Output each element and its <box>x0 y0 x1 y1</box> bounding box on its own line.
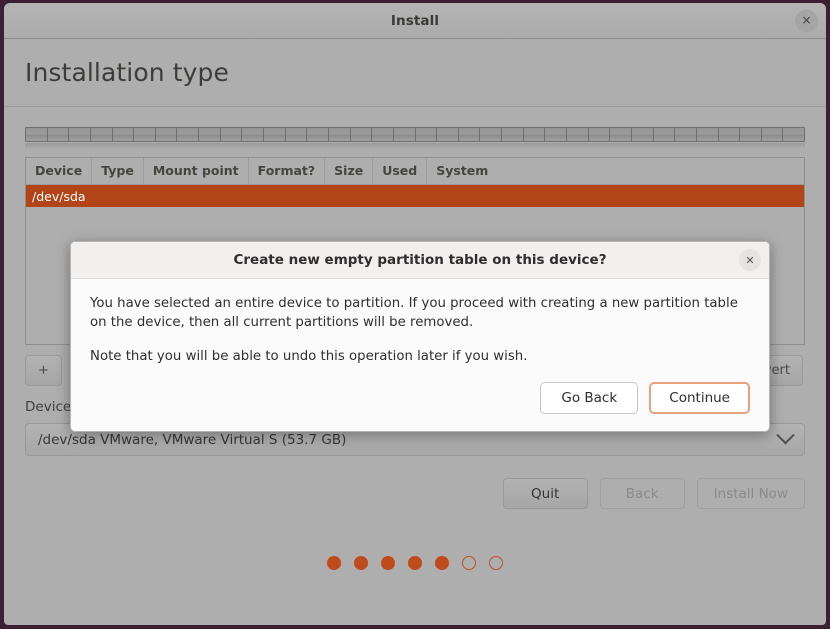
progress-dot <box>462 556 476 570</box>
disk-segment <box>502 128 524 141</box>
column-header-format[interactable]: Format? <box>249 158 326 184</box>
disk-segment <box>394 128 416 141</box>
disk-segment <box>69 128 91 141</box>
disk-segment <box>48 128 70 141</box>
disk-usage-bar <box>25 127 805 149</box>
partition-table-header: Device Type Mount point Format? Size Use… <box>26 158 804 185</box>
chevron-down-icon <box>776 426 795 445</box>
column-header-mount-point[interactable]: Mount point <box>144 158 249 184</box>
install-now-button: Install Now <box>696 478 805 509</box>
continue-button[interactable]: Continue <box>649 381 750 414</box>
disk-usage-reflection <box>25 143 805 149</box>
disk-segment <box>307 128 329 141</box>
disk-segment <box>286 128 308 141</box>
dialog-paragraph-2: Note that you will be able to undo this … <box>90 348 528 364</box>
close-icon[interactable]: ✕ <box>739 249 761 271</box>
bootloader-selected-value: /dev/sda VMware, VMware Virtual S (53.7 … <box>38 431 347 448</box>
disk-segment <box>524 128 546 141</box>
disk-segment <box>221 128 243 141</box>
page-heading-band: Installation type <box>4 39 826 107</box>
disk-segment <box>416 128 438 141</box>
disk-segment <box>545 128 568 141</box>
quit-button[interactable]: Quit <box>502 478 588 509</box>
dialog-paragraph-1: You have selected an entire device to pa… <box>90 296 738 330</box>
disk-segment <box>783 128 804 141</box>
disk-segment <box>199 128 221 141</box>
progress-dot <box>354 556 368 570</box>
disk-segment <box>351 128 373 141</box>
disk-segment <box>675 128 697 141</box>
disk-segment <box>437 128 459 141</box>
column-header-size[interactable]: Size <box>325 158 374 184</box>
disk-segment <box>589 128 611 141</box>
progress-dot <box>381 556 395 570</box>
table-row[interactable]: /dev/sda <box>26 185 804 207</box>
disk-segment <box>329 128 351 141</box>
progress-dot <box>435 556 449 570</box>
go-back-button[interactable]: Go Back <box>540 381 639 414</box>
page-title: Installation type <box>25 58 229 87</box>
close-icon[interactable]: ✕ <box>795 9 818 32</box>
dialog-titlebar: Create new empty partition table on this… <box>71 242 769 279</box>
dialog-title: Create new empty partition table on this… <box>233 252 607 268</box>
disk-segment <box>697 128 719 141</box>
partition-table-dialog: Create new empty partition table on this… <box>70 241 770 432</box>
progress-dot <box>327 556 341 570</box>
disk-segment <box>264 128 286 141</box>
column-header-used[interactable]: Used <box>373 158 428 184</box>
dialog-actions: Go Back Continue <box>71 381 769 431</box>
column-header-system[interactable]: System <box>427 158 497 184</box>
add-partition-button[interactable]: + <box>25 355 62 386</box>
disk-segment <box>91 128 113 141</box>
progress-dot <box>489 556 503 570</box>
progress-dot <box>408 556 422 570</box>
disk-segment <box>567 128 589 141</box>
navigation-buttons: Quit Back Install Now <box>25 478 805 509</box>
column-header-type[interactable]: Type <box>92 158 144 184</box>
disk-segment <box>654 128 676 141</box>
disk-segment <box>610 128 632 141</box>
disk-segment <box>459 128 481 141</box>
disk-segment <box>632 128 654 141</box>
disk-segment <box>242 128 265 141</box>
disk-segment <box>134 128 156 141</box>
window-title: Install <box>390 12 440 29</box>
disk-segment <box>177 128 200 141</box>
disk-segment <box>480 128 503 141</box>
disk-segment <box>26 128 48 141</box>
disk-segment <box>740 128 762 141</box>
column-header-device[interactable]: Device <box>26 158 93 184</box>
disk-segment <box>719 128 741 141</box>
installer-window: Install ✕ Installation type Device Type … <box>4 3 826 625</box>
row-device-label: /dev/sda <box>32 188 86 204</box>
back-button: Back <box>599 478 685 509</box>
disk-segment <box>113 128 135 141</box>
dialog-body: You have selected an entire device to pa… <box>71 279 769 367</box>
disk-segment <box>156 128 178 141</box>
window-titlebar: Install ✕ <box>4 3 826 39</box>
disk-segment <box>762 128 784 141</box>
progress-dots <box>25 556 805 570</box>
disk-usage-track <box>25 127 805 142</box>
disk-segment <box>372 128 394 141</box>
